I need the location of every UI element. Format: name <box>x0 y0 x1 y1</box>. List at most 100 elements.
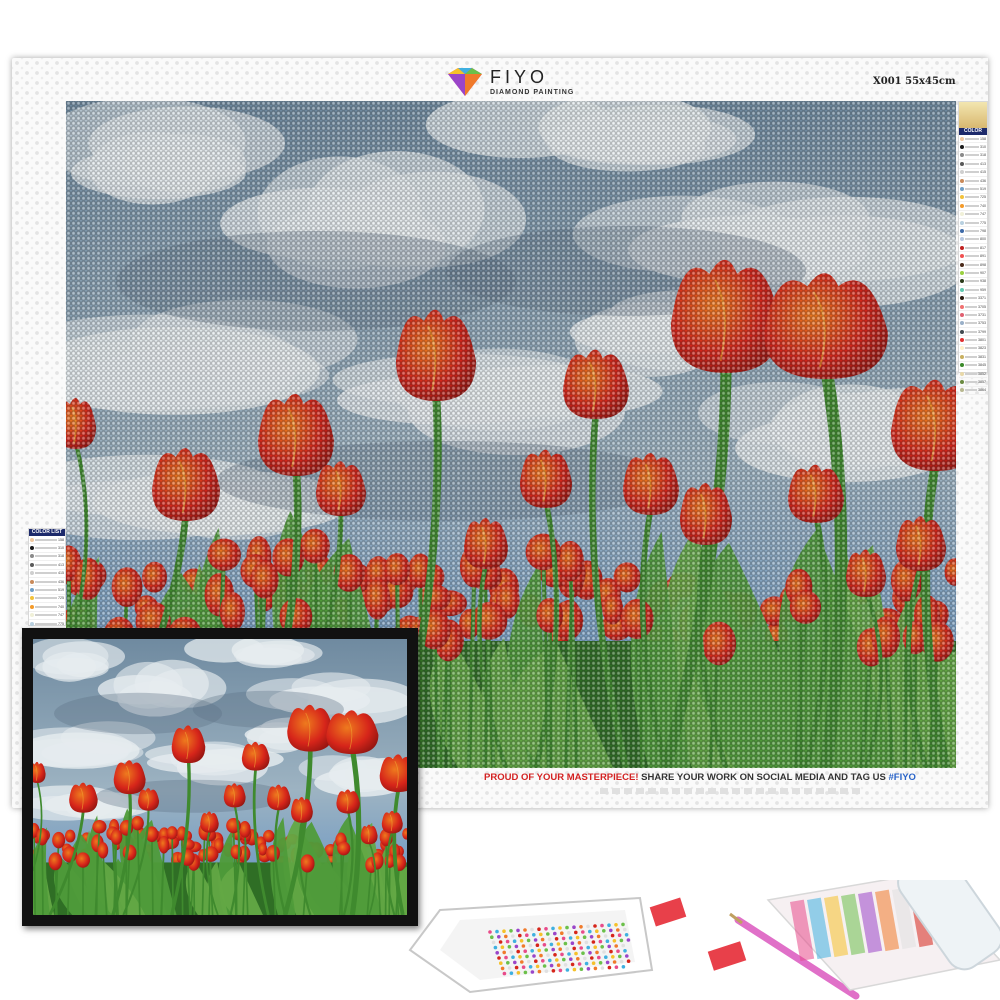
color-swatch <box>30 604 34 609</box>
share-banner-middle: SHARE YOUR WORK ON SOCIAL MEDIA AND TAG … <box>638 772 889 783</box>
tray-diamond <box>572 925 576 929</box>
distant-tulip <box>258 842 268 856</box>
mid-tulip <box>97 842 109 859</box>
tray-diamond <box>532 954 536 958</box>
mid-tulip <box>131 815 144 831</box>
tray-diamond <box>570 962 575 967</box>
tray-diamond <box>497 956 501 960</box>
mid-tulip <box>73 557 103 601</box>
tray-diamond <box>586 924 590 929</box>
distant-tulip <box>263 829 275 843</box>
color-swatch <box>960 203 964 208</box>
color-swatch <box>960 153 964 158</box>
color-swatch <box>960 321 964 326</box>
tray-diamond <box>621 922 625 927</box>
color-list-row: 3705 <box>959 303 987 312</box>
color-swatch <box>30 554 34 559</box>
tray-diamond <box>518 955 522 959</box>
color-list-row: 725 <box>29 595 65 604</box>
color-code: 519 <box>980 187 986 192</box>
color-code: 310 <box>980 145 986 150</box>
tray-diamond <box>521 965 526 969</box>
tray-diamond <box>626 938 631 942</box>
color-code: 898 <box>980 262 986 267</box>
color-list-row: 817 <box>959 244 987 253</box>
tray-diamond <box>603 934 608 938</box>
tray-diamond <box>579 967 584 971</box>
color-list-row: 318 <box>959 152 987 161</box>
tray-diamond <box>602 950 606 954</box>
color-code: 318 <box>58 554 64 559</box>
mid-tulip <box>239 821 251 838</box>
color-list-row: 938 <box>959 278 987 287</box>
tray-diamond <box>614 944 618 948</box>
color-swatch <box>960 296 964 301</box>
tray-diamond <box>506 961 510 965</box>
color-code: 3753 <box>978 321 986 326</box>
color-list-row: 519 <box>959 185 987 194</box>
tray-diamond <box>583 956 587 961</box>
color-swatch <box>960 371 964 376</box>
tray-diamond <box>513 960 517 965</box>
tray-diamond <box>544 969 549 973</box>
color-line <box>965 171 979 174</box>
color-list-row: 318 <box>29 553 65 562</box>
color-line <box>965 297 977 300</box>
framed-preview-photo <box>22 628 418 926</box>
brand-tagline: DIAMOND PAINTING <box>490 89 575 96</box>
tray-diamond <box>556 963 561 967</box>
color-list-row: 3731 <box>959 311 987 320</box>
tray-diamond <box>495 951 499 955</box>
color-line <box>965 355 977 358</box>
tray-diamond <box>602 929 606 933</box>
tray-diamond <box>495 929 499 934</box>
tray-diamond <box>586 945 590 950</box>
tray-diamond <box>612 939 617 943</box>
color-line <box>965 305 977 308</box>
tray-diamond <box>488 930 492 934</box>
color-swatch <box>960 262 964 267</box>
stem <box>33 830 36 915</box>
tray-diamond <box>619 938 624 943</box>
color-list-row: 413 <box>29 561 65 570</box>
color-code: 747 <box>58 613 64 618</box>
tray-diamond <box>588 929 592 934</box>
tray-diamond <box>514 965 519 970</box>
tray-diamond <box>593 945 597 949</box>
mid-tulip <box>337 841 351 856</box>
color-list-title: COLOR LIST <box>959 128 987 141</box>
color-swatch <box>960 380 964 385</box>
color-swatch <box>960 170 964 175</box>
color-line <box>965 389 977 392</box>
mid-tulip <box>92 820 107 834</box>
tray-diamond <box>551 947 555 952</box>
color-swatch <box>30 588 34 593</box>
color-list-row: 775 <box>959 219 987 228</box>
tray-diamond <box>579 946 583 950</box>
color-swatch <box>30 596 34 601</box>
color-code: 891 <box>980 254 986 259</box>
tray-diamond <box>597 955 601 960</box>
color-code: 310 <box>58 546 64 551</box>
tray-diamond <box>518 933 522 938</box>
color-list-row: 3753 <box>959 320 987 328</box>
color-code: 800 <box>980 237 986 242</box>
color-list-row: 519 <box>29 586 65 595</box>
color-list-row: 415 <box>29 570 65 578</box>
tray-diamond <box>600 923 604 928</box>
tray-diamond <box>558 968 563 973</box>
tray-diamond <box>491 940 496 945</box>
tray-diamond <box>554 937 559 941</box>
tray-diamond <box>530 949 534 953</box>
color-code: 3705 <box>978 304 986 309</box>
color-code: 158 <box>980 136 986 141</box>
color-code: 3799 <box>978 329 986 334</box>
footer-faint-text <box>600 788 860 794</box>
color-swatch <box>960 145 964 150</box>
mid-tulip <box>299 528 330 564</box>
mid-tulip <box>219 592 245 632</box>
tray-diamond <box>609 928 613 933</box>
tray-diamond <box>619 959 624 964</box>
color-line <box>965 146 979 149</box>
tray-diamond <box>541 959 545 963</box>
